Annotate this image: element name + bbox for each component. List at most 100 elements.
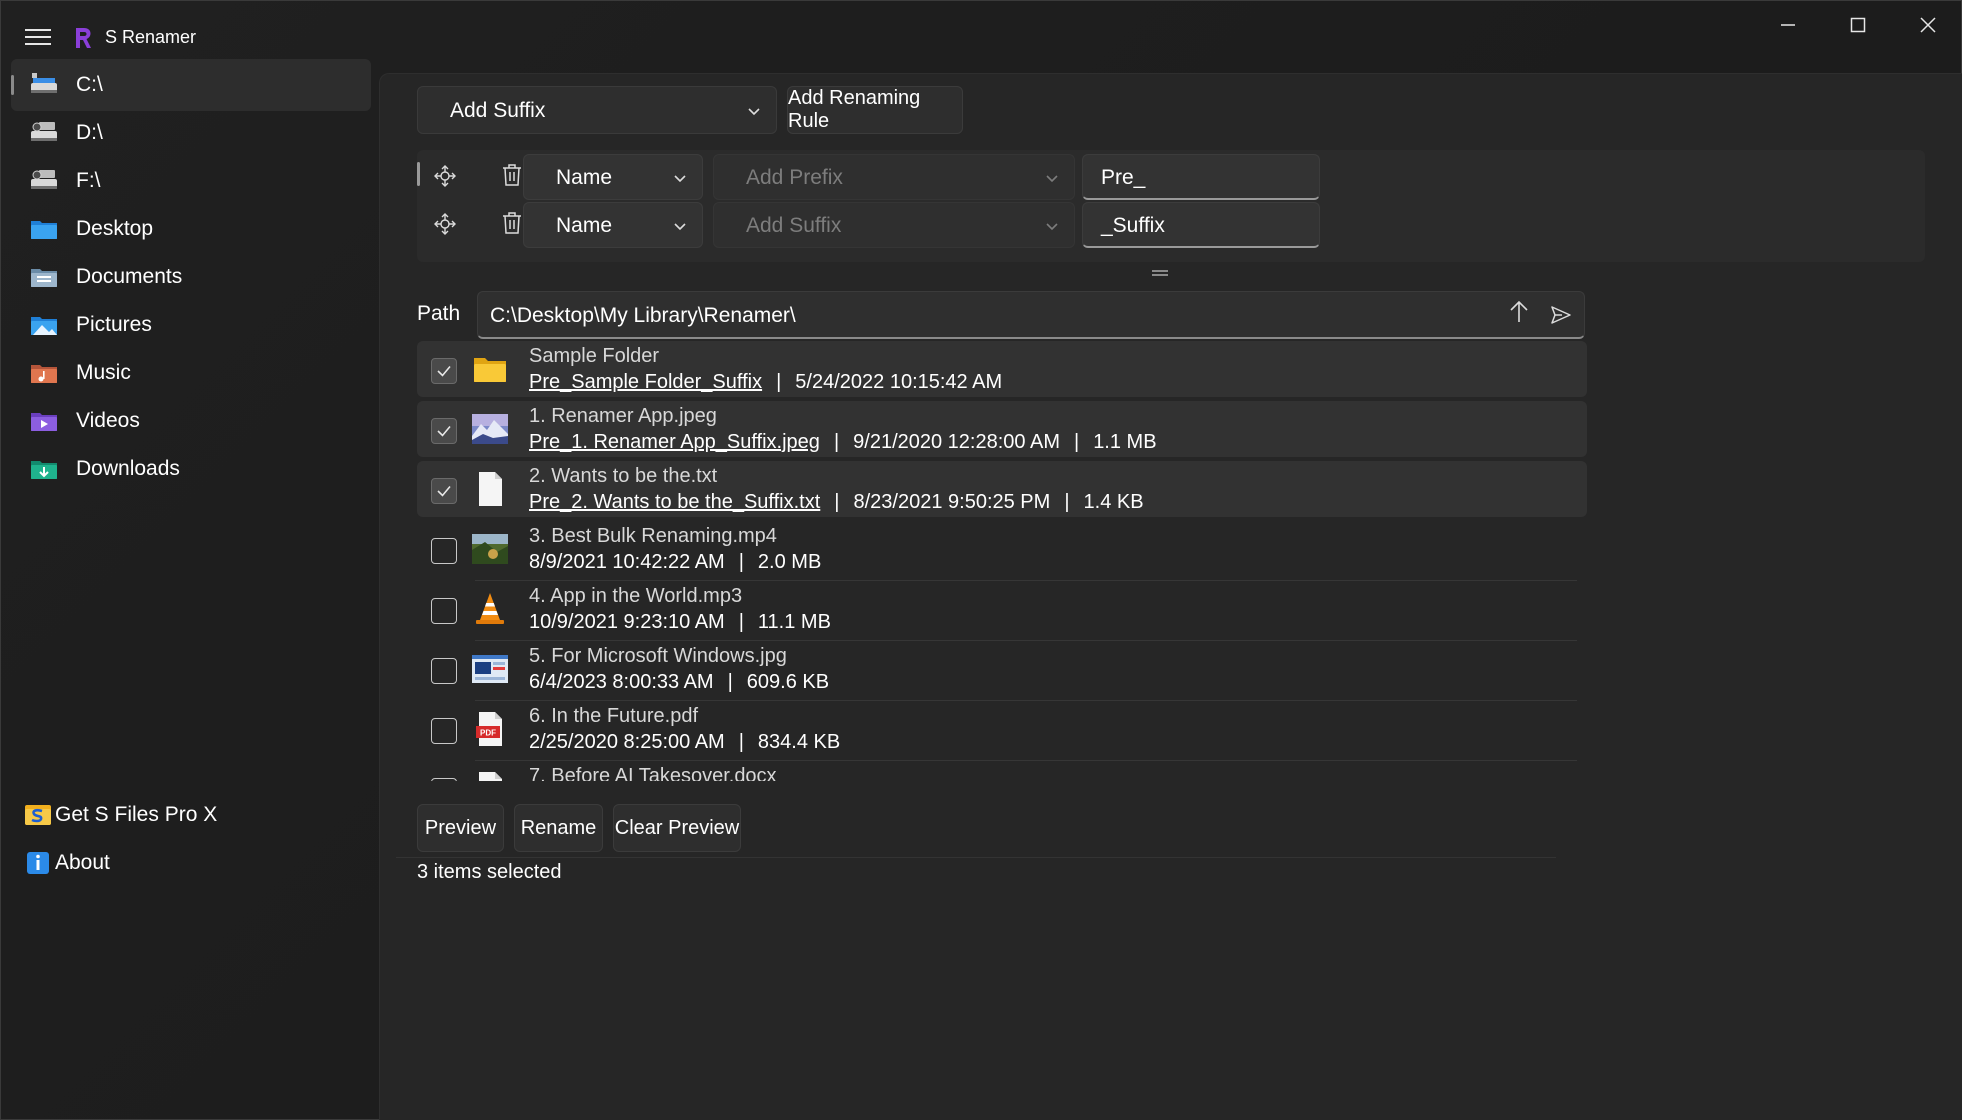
selection-indicator xyxy=(417,162,420,186)
preview-button[interactable]: Preview xyxy=(417,804,504,852)
file-size: 11.1 MB xyxy=(757,611,831,633)
sidebar-item-pictures[interactable]: Pictures xyxy=(11,299,371,351)
sidebar-item-c-drive[interactable]: C:\ xyxy=(11,59,371,111)
preview-name: Pre_1. Renamer App_Suffix.jpeg xyxy=(529,431,820,453)
get-s-files-pro-x-link[interactable]: Get S Files Pro X xyxy=(5,789,365,841)
maximize-button[interactable] xyxy=(1823,1,1893,49)
file-name: 5. For Microsoft Windows.jpg xyxy=(529,645,787,667)
checkmark-icon xyxy=(437,425,451,437)
chevron-down-icon xyxy=(674,175,686,183)
file-meta: 6/4/2023 8:00:33 AM | 609.6 KB xyxy=(529,671,830,693)
delete-icon[interactable] xyxy=(501,163,523,187)
clear-preview-button[interactable]: Clear Preview xyxy=(613,804,741,852)
status-text: 3 items selected xyxy=(417,861,562,883)
item-checkbox[interactable] xyxy=(431,418,457,444)
rule-action-dropdown: Add Suffix xyxy=(713,202,1075,248)
sidebar-item-label: Videos xyxy=(76,409,140,432)
file-size: 609.6 KB xyxy=(746,671,830,693)
list-item[interactable]: 4. App in the World.mp3 10/9/2021 9:23:1… xyxy=(417,581,1587,641)
file-name: 4. App in the World.mp3 xyxy=(529,585,743,607)
pictures-folder-icon xyxy=(31,317,57,335)
splitter-handle[interactable] xyxy=(1152,270,1168,276)
sidebar-item-downloads[interactable]: Downloads xyxy=(11,443,371,495)
app-title: S Renamer xyxy=(105,27,197,47)
list-item[interactable]: Sample Folder Pre_Sample Folder_Suffix | 5… xyxy=(417,341,1587,397)
list-item[interactable]: 7. Before AI Takesover.docx xyxy=(417,761,1587,781)
sidebar-item-music[interactable]: Music xyxy=(11,347,371,399)
rule-target-dropdown[interactable]: Name xyxy=(523,202,703,248)
sidebar-item-label: Downloads xyxy=(76,457,180,480)
chevron-down-icon xyxy=(1046,175,1058,183)
item-checkbox[interactable] xyxy=(431,538,457,564)
about-link[interactable]: About xyxy=(5,837,365,889)
hamburger-menu-icon[interactable] xyxy=(25,25,51,51)
file-name: 6. In the Future.pdf xyxy=(529,705,698,727)
rule-value-input[interactable]: _Suffix xyxy=(1082,202,1320,248)
sidebar-item-label: D:\ xyxy=(76,121,103,144)
sidebar-item-label: Documents xyxy=(76,265,183,288)
sidebar-item-label: C:\ xyxy=(76,73,103,96)
send-icon[interactable] xyxy=(1550,304,1572,326)
arrow-up-icon[interactable] xyxy=(1506,299,1532,325)
delete-icon[interactable] xyxy=(501,211,523,235)
item-checkbox[interactable] xyxy=(431,598,457,624)
rule-type-dropdown[interactable]: Add Suffix xyxy=(417,86,777,134)
drag-handle-icon[interactable] xyxy=(433,164,457,188)
input-value: _Suffix xyxy=(1101,214,1165,237)
preview-name: Pre_2. Wants to be the_Suffix.txt xyxy=(529,491,821,513)
pdf-label: PDF xyxy=(480,729,496,738)
item-checkbox[interactable] xyxy=(431,358,457,384)
rule-row[interactable]: Name Add Prefix Pre_ xyxy=(417,150,1925,202)
downloads-folder-icon xyxy=(31,461,57,479)
drag-handle-icon[interactable] xyxy=(433,212,457,236)
drive-icon xyxy=(31,122,57,141)
list-item[interactable]: 2. Wants to be the.txt Pre_2. Wants to b… xyxy=(417,461,1587,517)
file-name: 1. Renamer App.jpeg xyxy=(529,405,717,427)
file-size: 1.1 MB xyxy=(1093,431,1157,453)
sidebar-item-d-drive[interactable]: D:\ xyxy=(11,107,371,159)
path-input[interactable]: C:\Desktop\My Library\Renamer\ xyxy=(477,291,1585,339)
chevron-down-icon xyxy=(674,223,686,231)
folder-icon xyxy=(474,358,506,382)
close-icon xyxy=(1920,17,1936,33)
path-label: Path xyxy=(417,302,461,325)
file-name: 7. Before AI Takesover.docx xyxy=(529,765,777,781)
file-size: 1.4 KB xyxy=(1083,491,1144,513)
sidebar-item-label: Music xyxy=(76,361,131,384)
rename-button[interactable]: Rename xyxy=(514,804,603,852)
item-checkbox[interactable] xyxy=(431,658,457,684)
file-meta: 8/9/2021 10:42:22 AM | 2.0 MB xyxy=(529,551,822,573)
document-icon xyxy=(479,772,502,781)
minimize-button[interactable] xyxy=(1753,1,1823,49)
file-name: Sample Folder xyxy=(529,345,660,367)
sidebar-item-f-drive[interactable]: F:\ xyxy=(11,155,371,207)
dropdown-value: Add Suffix xyxy=(450,99,546,122)
item-checkbox[interactable] xyxy=(431,778,457,781)
close-button[interactable] xyxy=(1893,1,1962,49)
drive-icon xyxy=(31,170,57,189)
add-renaming-rule-button[interactable]: Add Renaming Rule xyxy=(787,86,963,134)
list-item[interactable]: 5. For Microsoft Windows.jpg 6/4/2023 8:… xyxy=(417,641,1587,701)
documents-folder-icon xyxy=(31,269,57,287)
minimize-icon xyxy=(1781,24,1795,26)
list-item[interactable]: PDF 6. In the Future.pdf 2/25/2020 8:25:… xyxy=(417,701,1587,761)
sidebar-item-documents[interactable]: Documents xyxy=(11,251,371,303)
maximize-icon xyxy=(1850,17,1866,33)
sidebar-item-label: Pictures xyxy=(76,313,152,336)
list-item[interactable]: 3. Best Bulk Renaming.mp4 8/9/2021 10:42… xyxy=(417,521,1587,581)
pdf-icon: PDF xyxy=(476,712,502,746)
divider xyxy=(396,857,1556,858)
file-name: 3. Best Bulk Renaming.mp4 xyxy=(529,525,777,547)
list-item[interactable]: 1. Renamer App.jpeg Pre_1. Renamer App_S… xyxy=(417,401,1587,457)
item-checkbox[interactable] xyxy=(431,478,457,504)
screenshot-thumbnail xyxy=(472,655,508,683)
rule-target-dropdown[interactable]: Name xyxy=(523,154,703,200)
file-size: 2.0 MB xyxy=(757,551,822,573)
sidebar-item-desktop[interactable]: Desktop xyxy=(11,203,371,255)
videos-folder-icon xyxy=(31,413,57,431)
rule-row[interactable]: Name Add Suffix _Suffix xyxy=(417,198,1925,250)
sidebar-item-videos[interactable]: Videos xyxy=(11,395,371,447)
dropdown-value: Name xyxy=(556,166,613,189)
rule-value-input[interactable]: Pre_ xyxy=(1082,154,1320,200)
item-checkbox[interactable] xyxy=(431,718,457,744)
